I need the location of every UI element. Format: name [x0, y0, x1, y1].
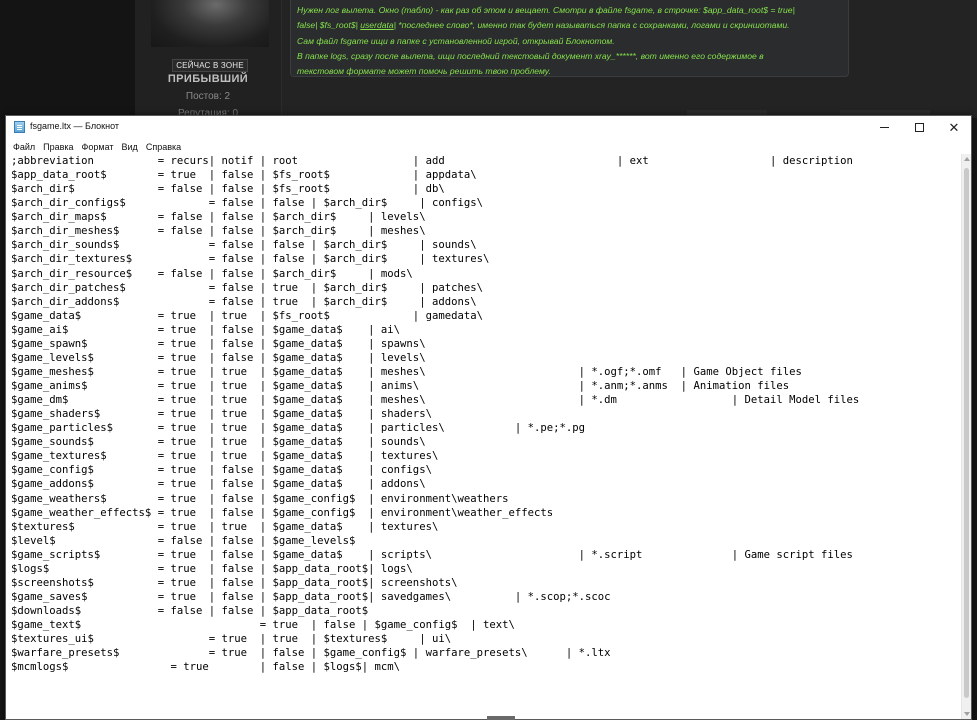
editor-line[interactable]: $game_particles$ = true | true | $game_d… — [11, 422, 585, 434]
menu-edit[interactable]: Правка — [39, 139, 77, 155]
editor-line[interactable]: $warfare_presets$ = true | false | $game… — [11, 647, 611, 659]
close-icon: ✕ — [948, 119, 960, 135]
scroll-up-icon[interactable] — [964, 157, 970, 161]
menu-view[interactable]: Вид — [118, 139, 142, 155]
post-quote-box: Нужен лог вылета. Окно (табло) - как раз… — [290, 0, 849, 77]
editor-line[interactable]: $logs$ = true | false | $app_data_root$|… — [11, 563, 413, 575]
editor-line[interactable]: $game_meshes$ = true | true | $game_data… — [11, 366, 802, 378]
editor-line[interactable]: $game_ai$ = true | false | $game_data$ |… — [11, 324, 400, 336]
editor-line[interactable]: $game_shaders$ = true | true | $game_dat… — [11, 408, 432, 420]
editor-line[interactable]: $game_weather_effects$ = true | false | … — [11, 507, 553, 519]
editor-line[interactable]: $game_sounds$ = true | true | $game_data… — [11, 436, 426, 448]
notepad-window: fsgame.ltx — Блокнот ✕ Файл Правка Форма… — [5, 115, 972, 720]
user-avatar[interactable] — [151, 0, 269, 47]
scrollbar-thumb[interactable] — [964, 168, 969, 698]
menu-bar: Файл Правка Формат Вид Справка — [6, 139, 974, 155]
editor-line[interactable]: $game_textures$ = true | true | $game_da… — [11, 450, 438, 462]
editor-line[interactable]: $screenshots$ = true | false | $app_data… — [11, 577, 457, 589]
editor-line[interactable]: $game_addons$ = true | false | $game_dat… — [11, 478, 426, 490]
editor-line[interactable]: $arch_dir_addons$ = false | true | $arch… — [11, 296, 477, 308]
menu-format[interactable]: Формат — [78, 139, 118, 155]
editor-line[interactable]: $arch_dir_textures$ = false | false | $a… — [11, 253, 489, 265]
taskbar-edge — [487, 716, 515, 720]
editor-line[interactable]: $level$ = false | false | $game_levels$ — [11, 535, 355, 547]
user-rank: ПРИБЫВШИЙ — [167, 73, 249, 85]
editor-line[interactable]: $game_weathers$ = true | false | $game_c… — [11, 493, 508, 505]
quote-line: текстовом формате может помочь решить тв… — [297, 66, 551, 77]
editor-line[interactable]: $arch_dir_patches$ = false | true | $arc… — [11, 282, 483, 294]
window-title: fsgame.ltx — Блокнот — [30, 121, 120, 131]
userdata-link[interactable]: userdata — [360, 20, 393, 30]
menu-file[interactable]: Файл — [9, 139, 39, 155]
editor-line[interactable]: $arch_dir_configs$ = false | false | $ar… — [11, 197, 483, 209]
editor-line[interactable]: $mcmlogs$ = true | false | $logs$| mcm\ — [11, 661, 400, 673]
maximize-icon — [914, 122, 924, 132]
editor-line[interactable]: $game_saves$ = true | false | $app_data_… — [11, 591, 611, 603]
text-editor[interactable]: ;abbreviation = recurs| notif | root | a… — [6, 154, 961, 719]
editor-line[interactable]: $game_anims$ = true | true | $game_data$… — [11, 380, 789, 392]
editor-line[interactable]: $game_scripts$ = true | false | $game_da… — [11, 549, 853, 561]
vertical-scrollbar[interactable] — [961, 154, 971, 719]
quote-line: false| $fs_root$| userdata| *последнее с… — [297, 20, 790, 31]
editor-line[interactable]: $game_data$ = true | true | $fs_root$ | … — [11, 310, 483, 322]
editor-line[interactable]: $arch_dir$ = false | false | $fs_root$ |… — [11, 183, 445, 195]
window-titlebar[interactable]: fsgame.ltx — Блокнот ✕ — [6, 116, 971, 138]
editor-line[interactable]: $arch_dir_resource$ = false | false | $a… — [11, 268, 413, 280]
notepad-icon[interactable] — [14, 121, 25, 133]
quote-line: Сам файл fsgame ищи в папке с установлен… — [297, 35, 615, 46]
editor-line[interactable]: ;abbreviation = recurs| notif | root | a… — [11, 155, 853, 167]
editor-line[interactable]: $textures$ = true | true | $game_data$ |… — [11, 521, 438, 533]
editor-content[interactable]: ;abbreviation = recurs| notif | root | a… — [6, 154, 961, 674]
scroll-down-icon[interactable] — [964, 712, 970, 716]
quote-line: В папке logs, сразу после вылета, ищи по… — [297, 50, 764, 61]
editor-line[interactable]: $game_text$ = true | false | $game_confi… — [11, 619, 515, 631]
editor-line[interactable]: $arch_dir_sounds$ = false | false | $arc… — [11, 239, 477, 251]
editor-line[interactable]: $game_dm$ = true | true | $game_data$ | … — [11, 394, 859, 406]
minimize-icon — [879, 126, 889, 128]
editor-line[interactable]: $textures_ui$ = true | true | $textures$… — [11, 633, 451, 645]
status-badge: СЕЙЧАС В ЗОНЕ — [172, 59, 248, 72]
forum-left-gutter — [0, 0, 135, 118]
close-button[interactable]: ✕ — [931, 116, 977, 138]
editor-line[interactable]: $arch_dir_meshes$ = false | false | $arc… — [11, 225, 426, 237]
editor-line[interactable]: $game_spawn$ = true | false | $game_data… — [11, 338, 426, 350]
editor-line[interactable]: $game_config$ = true | false | $game_dat… — [11, 464, 432, 476]
editor-line[interactable]: $game_levels$ = true | false | $game_dat… — [11, 352, 426, 364]
user-post-count: Постов: 2 — [185, 91, 231, 102]
editor-line[interactable]: $app_data_root$ = true | false | $fs_roo… — [11, 169, 477, 181]
quote-line: Нужен лог вылета. Окно (табло) - как раз… — [297, 5, 795, 15]
editor-line[interactable]: $arch_dir_maps$ = false | false | $arch_… — [11, 211, 426, 223]
editor-line[interactable]: $downloads$ = false | false | $app_data_… — [11, 605, 368, 617]
menu-help[interactable]: Справка — [142, 139, 185, 155]
